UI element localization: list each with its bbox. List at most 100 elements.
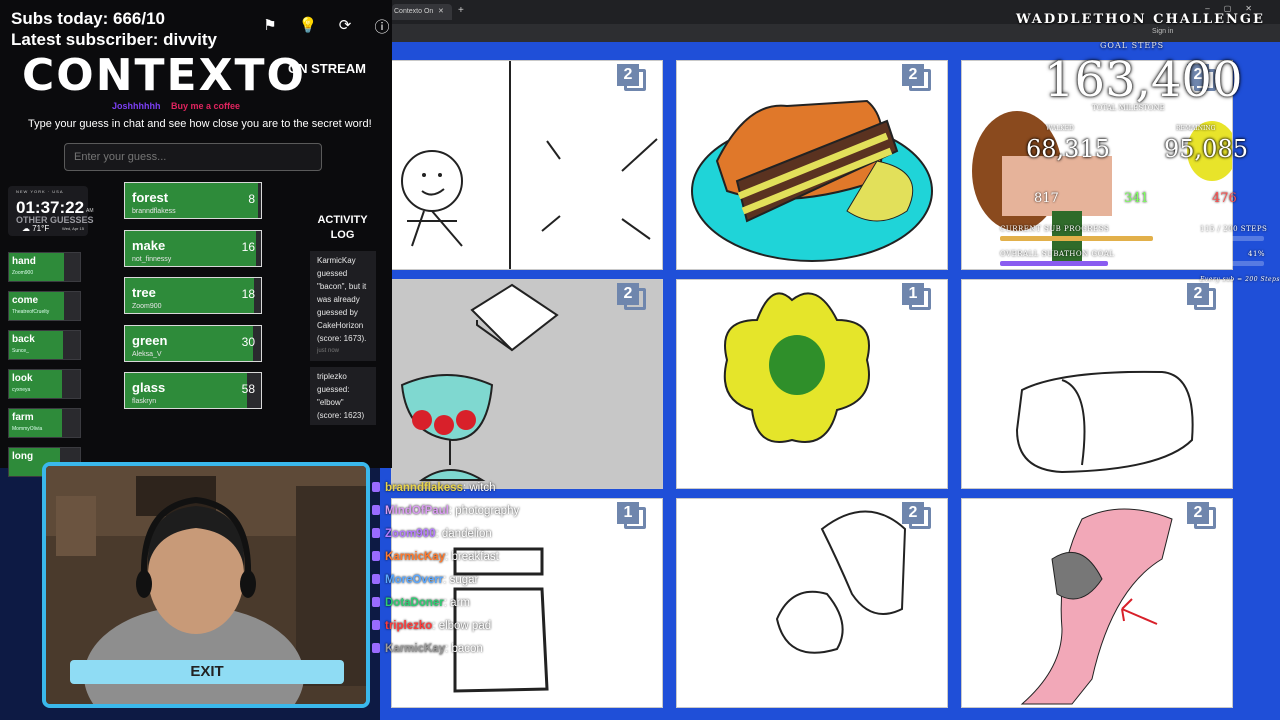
- guess-input[interactable]: [64, 143, 322, 171]
- vote-badge: 2: [1187, 502, 1216, 529]
- guess-rank: 16: [241, 239, 255, 254]
- activity-entry: triplezko guessed: "elbow" (score: 1623): [310, 367, 376, 425]
- chat-message: MindOfPaul: photography: [372, 503, 572, 526]
- guess-user: flaskryn: [132, 398, 157, 405]
- drawing-tile[interactable]: 2: [676, 60, 948, 270]
- guess-word: look: [12, 373, 33, 384]
- vote-count: 2: [1187, 502, 1209, 524]
- guess-word: back: [12, 334, 35, 345]
- drawing-tile[interactable]: 2: [961, 498, 1233, 708]
- vote-badge: 1: [617, 502, 646, 529]
- guess-word: forest: [132, 190, 169, 205]
- chat-feed: branndflakess: witch MindOfPaul: photogra…: [372, 480, 572, 664]
- chat-username[interactable]: branndflakess: [385, 482, 463, 494]
- guess-rank: 30: [241, 334, 255, 349]
- twitch-badge-icon: [372, 597, 380, 607]
- top-guess-item: tree Zoom900 18: [124, 277, 262, 314]
- instructions: Type your guess in chat and see how clos…: [28, 118, 372, 130]
- vote-count: 1: [902, 283, 924, 305]
- info-icon[interactable]: ⓘ: [372, 16, 392, 36]
- close-tab-icon[interactable]: ✕: [438, 4, 444, 20]
- guess-user: MommyOlivia: [12, 426, 43, 432]
- chat-text: witch: [469, 482, 496, 494]
- chat-message: DotaDoner: arm: [372, 595, 572, 618]
- new-tab-icon[interactable]: +: [458, 5, 464, 16]
- chat-username[interactable]: Zoom900: [385, 528, 436, 540]
- chat-username[interactable]: KarmicKay: [385, 643, 445, 655]
- vote-count: 2: [902, 64, 924, 86]
- flag-icon[interactable]: ⚑: [260, 16, 280, 36]
- chat-text: elbow pad: [438, 620, 492, 632]
- overall-goal-value: 41%: [1248, 250, 1266, 258]
- vote-count: 2: [1187, 283, 1209, 305]
- drawing-canvas: [691, 99, 933, 262]
- chat-username[interactable]: KarmicKay: [385, 551, 445, 563]
- twitch-link[interactable]: Joshhhhhh: [112, 101, 161, 111]
- chat-username[interactable]: DotaDoner: [385, 597, 444, 609]
- coffee-link[interactable]: Buy me a coffee: [171, 101, 240, 111]
- other-guess-item: farm MommyOlivia: [8, 408, 81, 438]
- exit-button[interactable]: EXIT: [70, 660, 344, 684]
- twitch-badge-icon: [372, 643, 380, 653]
- vote-badge: 2: [617, 64, 646, 91]
- top-guesses-list: forest brannd­flakess 8 make not_finnessy 16 t…: [124, 182, 262, 420]
- drawing-canvas: [1015, 370, 1194, 474]
- chat-username[interactable]: MindOfPaul: [385, 505, 449, 517]
- guess-user: Sunce_: [12, 348, 29, 354]
- chat-text: dandelion: [441, 528, 492, 540]
- stat-c: 476: [1212, 191, 1237, 206]
- vote-badge: 2: [902, 64, 931, 91]
- stream-overlay: Contexto On Stream✕ + –▢✕ Sign in 222212…: [0, 0, 1280, 720]
- guess-word: green: [132, 332, 168, 348]
- browser-tab[interactable]: Contexto On Stream✕: [392, 4, 452, 31]
- sub-progress-value: 115 / 200 STEPS: [1200, 225, 1268, 233]
- guess-user: cyxneya: [12, 387, 31, 393]
- drawing-tile[interactable]: 2: [391, 60, 663, 270]
- chat-message: triplezko: elbow pad: [372, 618, 572, 641]
- guess-word: farm: [12, 412, 34, 423]
- other-guess-item: hand Zoom900: [8, 252, 81, 282]
- guess-user: Aleksa_V: [132, 350, 162, 358]
- vote-count: 1: [617, 502, 639, 524]
- chat-message: branndflakess: witch: [372, 480, 572, 503]
- weather-temp: 71°F: [32, 224, 50, 233]
- clock-ampm: AM: [86, 208, 94, 214]
- guess-user: brannd­flakess: [132, 208, 176, 215]
- chat-username[interactable]: triplezko: [385, 620, 432, 632]
- chat-message: KarmicKay: bacon: [372, 641, 572, 664]
- signin-button[interactable]: Sign in: [1152, 28, 1173, 35]
- drawing-tile[interactable]: 2: [961, 279, 1233, 489]
- goal-steps-label: GOAL STEPS: [1100, 41, 1165, 50]
- chat-message: KarmicKay: breakfast: [372, 549, 572, 572]
- stat-a: 817: [1034, 191, 1059, 206]
- activity-time: just now: [317, 348, 340, 354]
- chat-username[interactable]: MoreOverr: [385, 574, 443, 586]
- vote-badge: 2: [617, 283, 646, 310]
- lightbulb-icon[interactable]: 💡: [298, 16, 318, 36]
- twitch-badge-icon: [372, 574, 380, 584]
- remaining-label: REMAINING: [1176, 125, 1216, 132]
- contexto-panel: Subs today: 666/10 Latest subscriber: di…: [0, 0, 392, 477]
- latest-subscriber: Latest subscriber: divvity: [11, 30, 217, 49]
- stat-b: 341: [1124, 191, 1149, 206]
- refresh-icon[interactable]: ⟳: [335, 16, 355, 36]
- drawing-tile[interactable]: 2: [391, 279, 663, 489]
- activity-entry: KarmicKay guessed "bacon", but it was al…: [310, 251, 376, 361]
- twitch-badge-icon: [372, 551, 380, 561]
- other-guess-item: look cyxneya: [8, 369, 81, 399]
- clock-date: Wed, Apr 15: [62, 226, 84, 231]
- drawing-tile[interactable]: 1: [676, 279, 948, 489]
- vote-badge: 2: [1187, 283, 1216, 310]
- drawing-tile[interactable]: 2: [676, 498, 948, 708]
- top-guess-item: green Aleksa_V 30: [124, 324, 262, 362]
- chat-message: Zoom900: dandelion: [372, 526, 572, 549]
- twitch-badge-icon: [372, 528, 380, 538]
- contexto-logo: CONTEXTO: [22, 50, 306, 101]
- guess-word: glass: [132, 380, 166, 395]
- other-guess-item: back Sunce_: [8, 330, 81, 360]
- drawing-canvas: [401, 61, 658, 269]
- activity-text: KarmicKay guessed "bacon", but it was al…: [317, 256, 367, 343]
- drawing-canvas: [1020, 508, 1173, 705]
- toolbar-icons: ⚑ 💡 ⟳ ⓘ: [258, 16, 392, 36]
- chat-text: sugar: [449, 574, 479, 586]
